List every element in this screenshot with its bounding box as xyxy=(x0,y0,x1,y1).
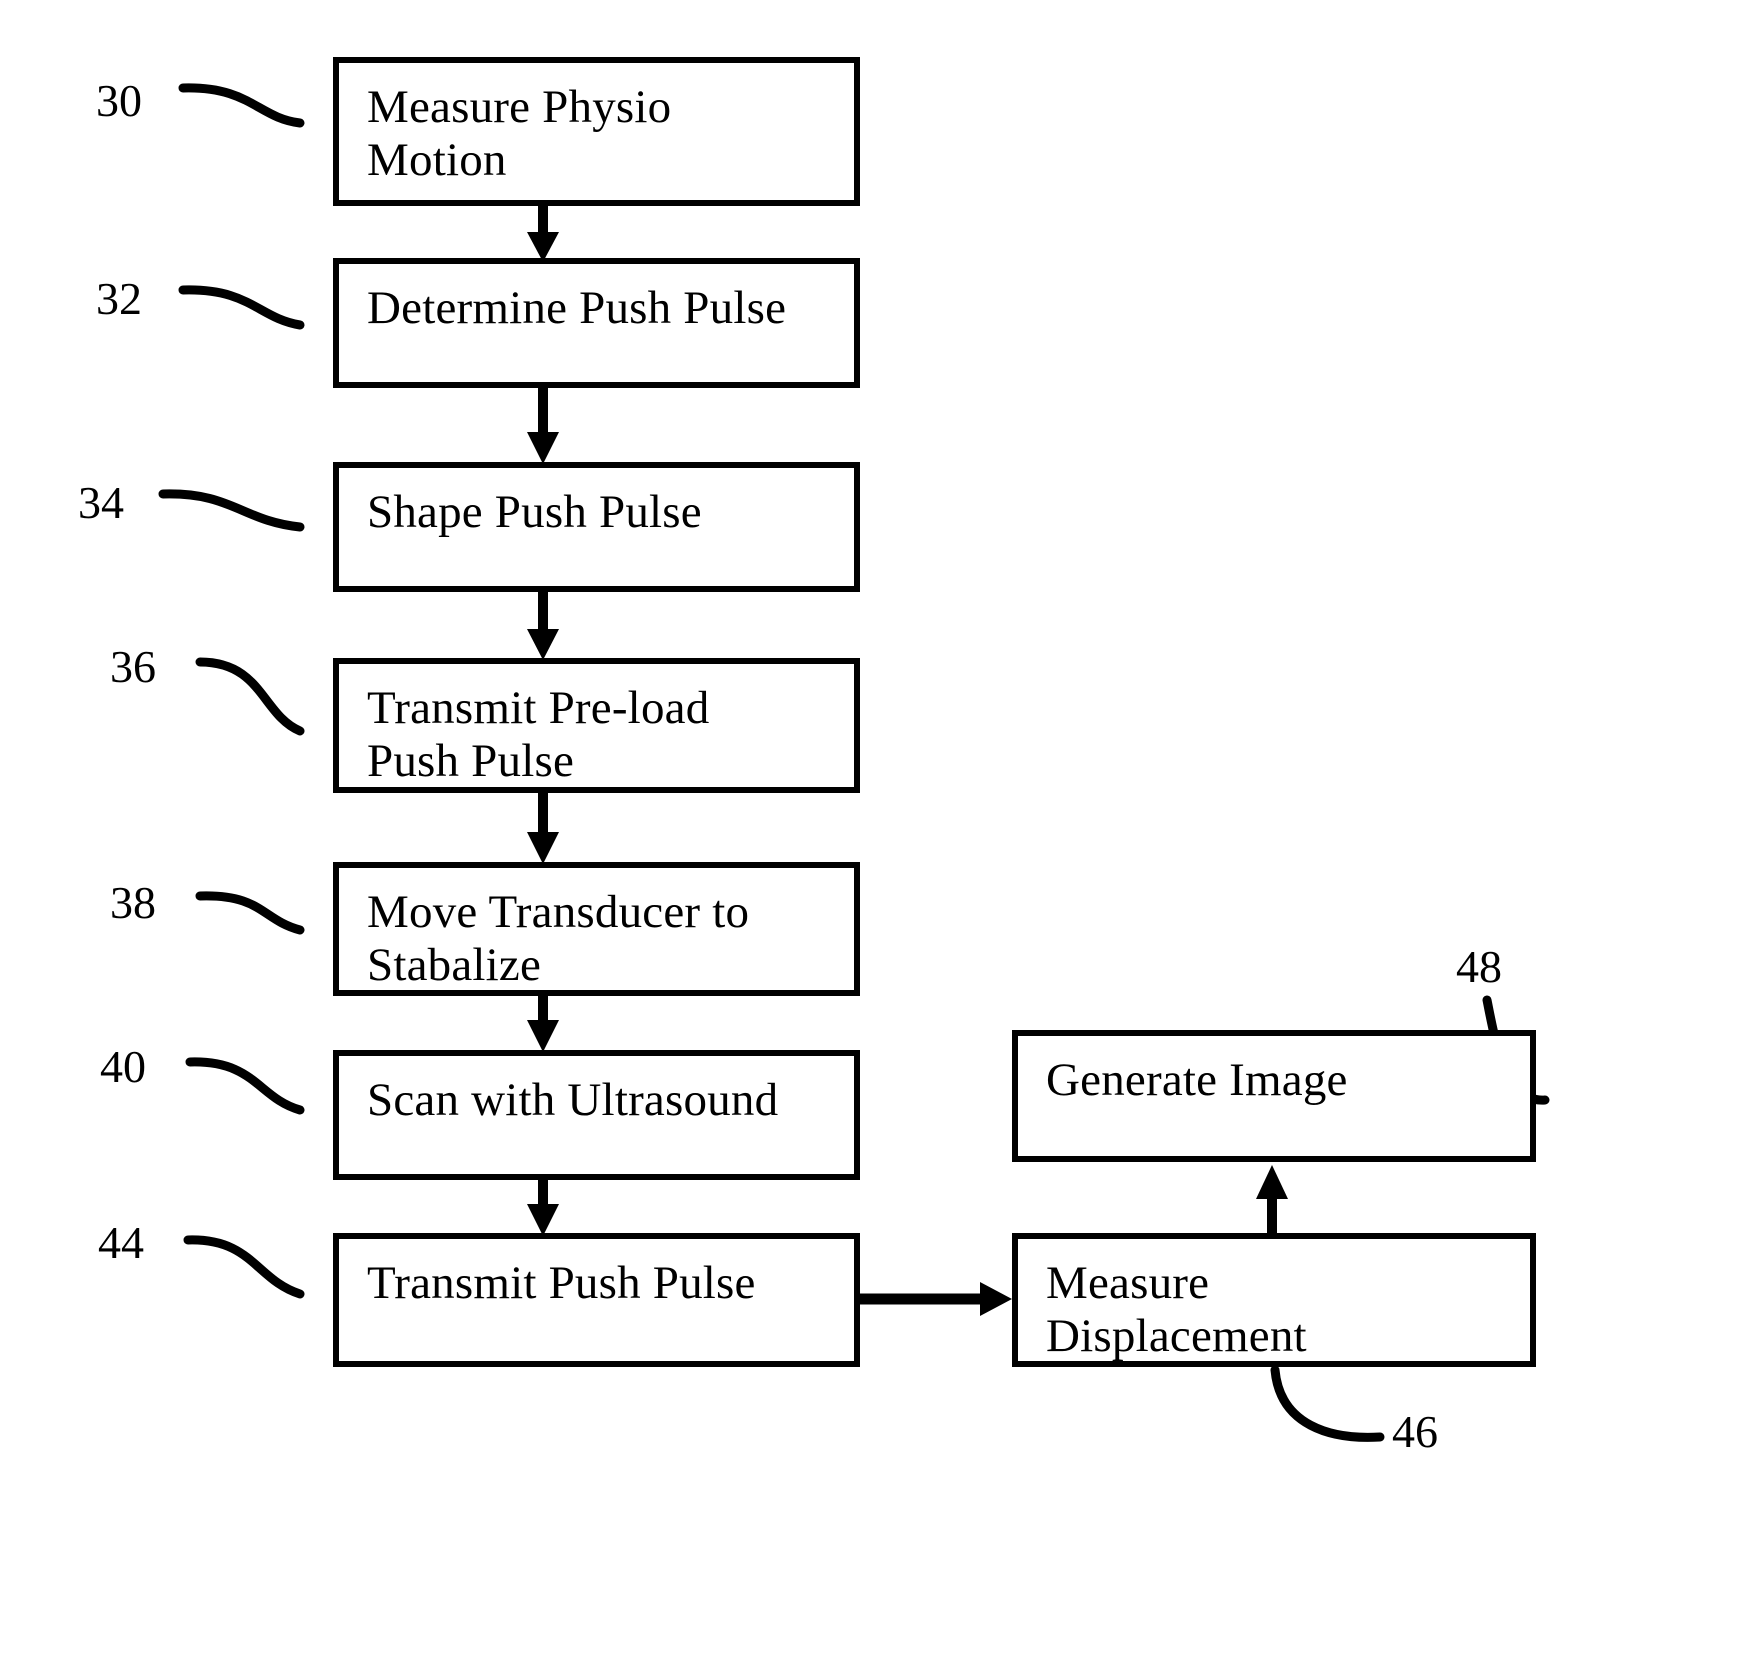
leader-line-44 xyxy=(183,1235,305,1299)
arrow-34-to-36 xyxy=(527,592,559,660)
leader-line-36 xyxy=(195,657,305,736)
ref-number-32: 32 xyxy=(96,273,142,324)
node-box-move-transducer-to-stabalize[interactable]: Move Transducer to Stabalize xyxy=(333,862,860,996)
node-label-44: Transmit Push Pulse xyxy=(367,1257,756,1309)
leader-line-40 xyxy=(185,1057,305,1115)
node-label-46: Measure Displacement xyxy=(1046,1257,1307,1362)
node-box-generate-image[interactable]: Generate Image xyxy=(1012,1030,1536,1162)
arrow-46-to-48 xyxy=(1256,1165,1288,1233)
leader-line-46 xyxy=(1270,1365,1385,1442)
arrow-38-to-40 xyxy=(527,996,559,1052)
leader-line-30 xyxy=(178,83,305,128)
arrow-30-to-32 xyxy=(527,206,559,262)
figure-canvas: Measure Physio Motion Determine Push Pul… xyxy=(0,0,1741,1667)
node-label-36: Transmit Pre-load Push Pulse xyxy=(367,682,710,787)
node-label-40: Scan with Ultrasound xyxy=(367,1074,779,1126)
node-box-transmit-push-pulse[interactable]: Transmit Push Pulse xyxy=(333,1233,860,1367)
node-label-34: Shape Push Pulse xyxy=(367,486,702,538)
node-label-38: Move Transducer to Stabalize xyxy=(367,886,750,991)
ref-number-34: 34 xyxy=(78,477,124,528)
ref-number-38: 38 xyxy=(110,877,156,928)
ref-number-48: 48 xyxy=(1456,941,1502,992)
connector-layer xyxy=(158,83,1550,1442)
node-box-shape-push-pulse[interactable]: Shape Push Pulse xyxy=(333,462,860,592)
node-box-transmit-preload-push-pulse[interactable]: Transmit Pre-load Push Pulse xyxy=(333,658,860,793)
leader-line-38 xyxy=(195,891,305,935)
arrow-44-to-46 xyxy=(860,1282,1012,1316)
node-box-measure-displacement[interactable]: Measure Displacement xyxy=(1012,1233,1536,1367)
node-label-30: Measure Physio Motion xyxy=(367,81,672,186)
ref-number-46: 46 xyxy=(1392,1406,1438,1457)
ref-number-40: 40 xyxy=(100,1041,146,1092)
leader-line-34 xyxy=(158,489,305,532)
leader-line-32 xyxy=(178,285,305,330)
node-label-32: Determine Push Pulse xyxy=(367,282,787,334)
ref-number-30: 30 xyxy=(96,75,142,126)
arrow-36-to-38 xyxy=(527,793,559,864)
node-box-measure-physio-motion[interactable]: Measure Physio Motion xyxy=(333,57,860,206)
node-box-determine-push-pulse[interactable]: Determine Push Pulse xyxy=(333,258,860,388)
ref-number-36: 36 xyxy=(110,641,156,692)
node-box-scan-with-ultrasound[interactable]: Scan with Ultrasound xyxy=(333,1050,860,1180)
ref-number-44: 44 xyxy=(98,1217,144,1268)
arrow-40-to-44 xyxy=(527,1180,559,1236)
node-label-48: Generate Image xyxy=(1046,1054,1348,1106)
arrow-32-to-34 xyxy=(527,388,559,464)
